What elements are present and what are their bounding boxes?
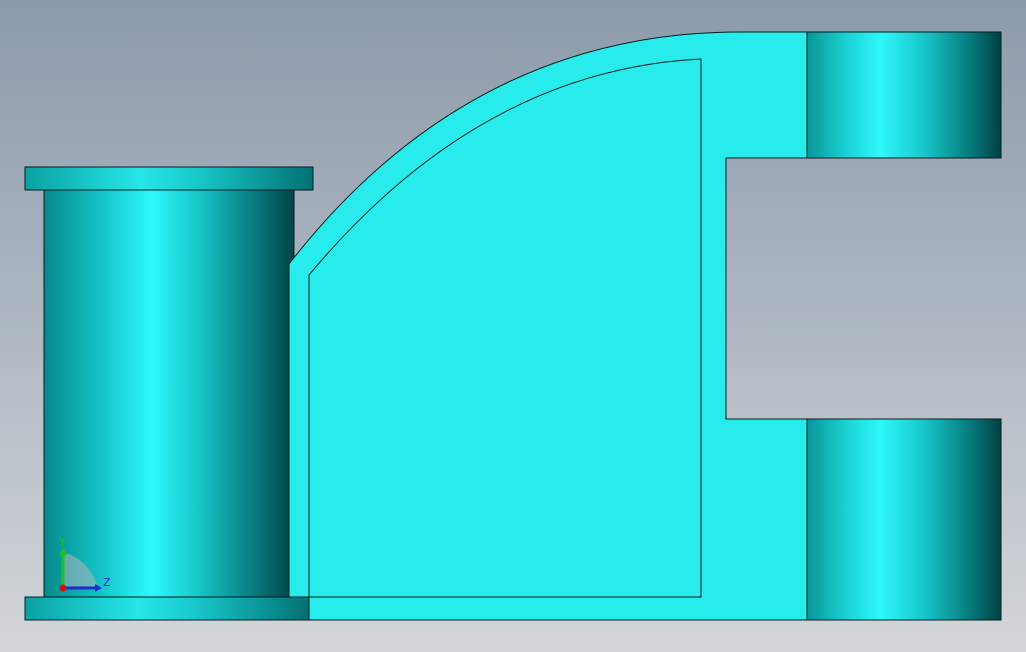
triad-z-label: Z [103,576,111,589]
triad-x-axis-dot [59,584,67,592]
right-top-cylinder[interactable] [806,31,1002,159]
left-cylinder-top-flange[interactable] [24,166,314,191]
right-bottom-cylinder[interactable] [806,418,1002,621]
graphics-viewport[interactable]: Y Z [0,0,1026,652]
left-cylinder-bottom-flange[interactable] [24,596,310,621]
model-canvas[interactable]: Y Z [0,0,1026,652]
left-cylinder-body[interactable] [43,189,295,599]
triad-y-label: Y [58,535,66,548]
